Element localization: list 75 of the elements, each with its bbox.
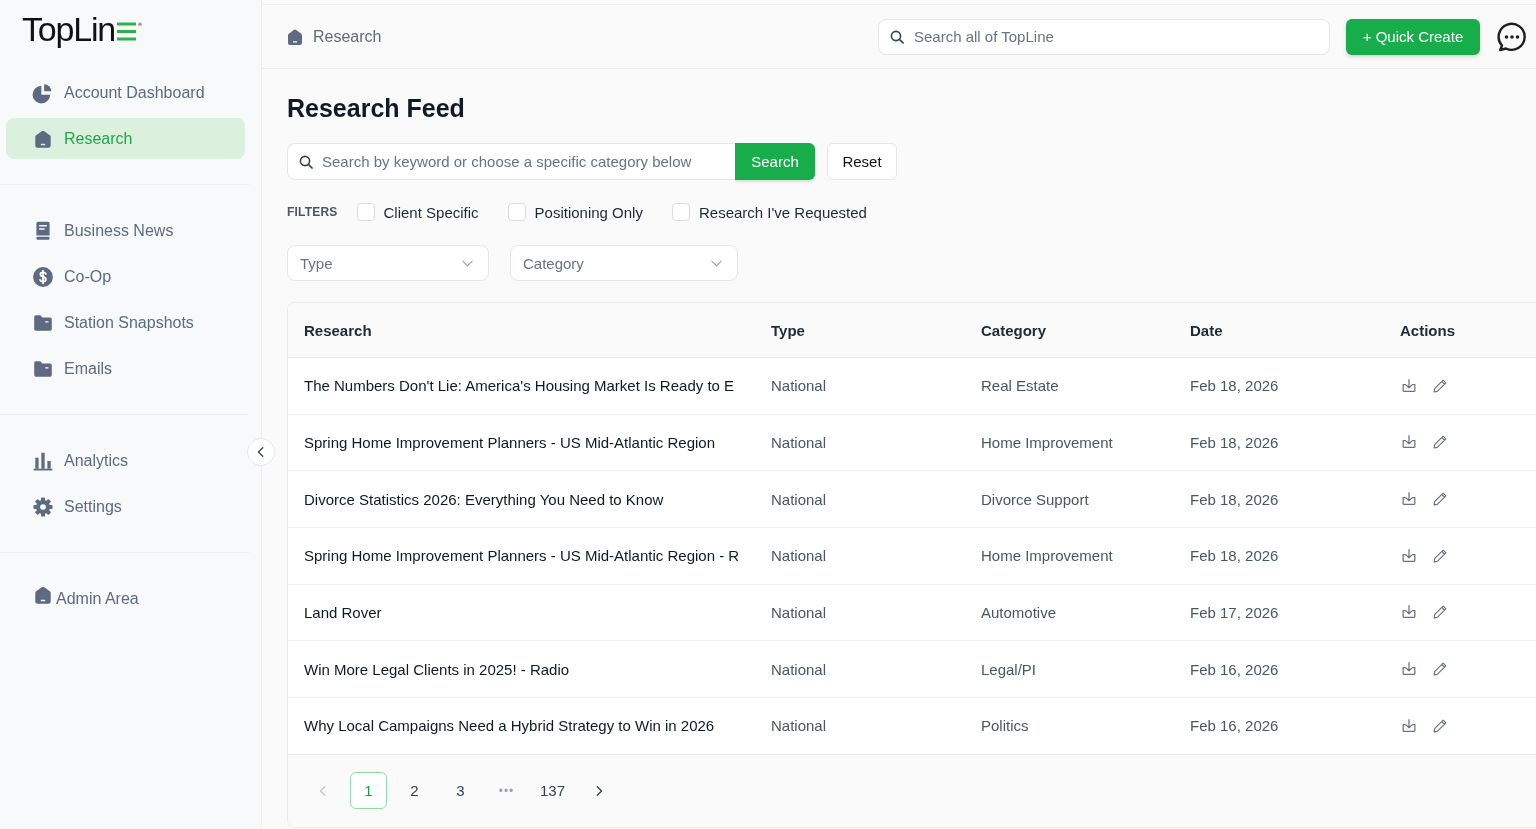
table-cell-text: Feb 18, 2026 xyxy=(1190,547,1280,565)
table-cell-text: National xyxy=(771,434,828,451)
table-cell-text: Spring Home Improvement Planners - US Mid-Atlantic Region xyxy=(304,434,716,451)
page-button[interactable]: 3 xyxy=(442,772,479,810)
nav-item[interactable]: Account Dashboard xyxy=(6,72,245,113)
table-cell-text: Win More Legal Clients in 2025! - Radio xyxy=(304,660,571,678)
table-cell-text: National xyxy=(771,717,828,735)
page-ellipsis: ••• xyxy=(497,782,516,800)
table-cell-text: National xyxy=(771,547,828,565)
dropdown[interactable]: Type xyxy=(287,245,489,281)
table-cell-text: Automotive xyxy=(981,603,1058,621)
search-field[interactable]: Search by keyword or choose a specific category below xyxy=(287,143,735,180)
quick-create-button[interactable]: + Quick Create xyxy=(1346,18,1480,55)
nav-item[interactable]: Settings xyxy=(6,486,245,527)
table-cell-text: National xyxy=(771,603,828,621)
nav-item[interactable]: Station Snapshots xyxy=(6,302,245,343)
table-cell-text: Legal/PI xyxy=(981,660,1038,678)
search-icon xyxy=(890,29,904,44)
logo-wordmark: TopLin xyxy=(22,11,115,47)
table-cell-text: Politics xyxy=(981,717,1030,735)
table-cell-text: Divorce Support xyxy=(981,490,1090,508)
table-cell-text: The Numbers Don't Lie: America's Housing Market Is Ready to E xyxy=(304,377,736,395)
table-cell-text: Real Estate xyxy=(981,377,1060,395)
chat-icon[interactable] xyxy=(1496,20,1528,53)
table-cell-text: Feb 16, 2026 xyxy=(1190,660,1280,678)
reset-button[interactable]: Reset xyxy=(827,143,897,180)
page-button[interactable]: 1 xyxy=(350,772,387,810)
page-button[interactable]: 137 xyxy=(534,772,571,810)
pie-chart-icon xyxy=(32,81,54,104)
column-header: Type xyxy=(771,321,806,339)
download-icon[interactable] xyxy=(1400,546,1418,565)
checkbox-label[interactable]: Research I've Requested xyxy=(698,203,867,221)
breadcrumb-text: Research xyxy=(313,27,382,46)
nav-item[interactable]: Analytics xyxy=(6,440,245,481)
column-header: Research xyxy=(304,321,373,339)
checkbox[interactable] xyxy=(671,203,690,221)
page-title: Research Feed xyxy=(287,93,465,124)
table-cell-text: Spring Home Improvement Planners - US Mid-Atlantic Region - R xyxy=(304,547,741,565)
table-cell-text: Feb 18, 2026 xyxy=(1190,490,1280,508)
download-icon[interactable] xyxy=(1400,716,1418,735)
table-cell-text: Feb 18, 2026 xyxy=(1190,434,1280,451)
nav-item[interactable]: Emails xyxy=(6,348,245,389)
column-header: Actions xyxy=(1400,321,1456,339)
dropdown[interactable]: Category xyxy=(510,245,738,281)
page-button[interactable]: 2 xyxy=(396,772,433,810)
table-cell-text: Why Local Campaigns Need a Hybrid Strategy to Win in 2026 xyxy=(304,717,716,735)
table-cell-text: Feb 16, 2026 xyxy=(1190,717,1280,735)
collapse-button[interactable] xyxy=(247,438,275,466)
checkbox[interactable] xyxy=(507,203,526,221)
table-cell-text: National xyxy=(771,490,828,508)
table-cell-text: Home Improvement xyxy=(981,434,1114,451)
gear-icon xyxy=(32,495,54,518)
dollar-icon xyxy=(32,265,54,288)
table-cell-text: Land Rover xyxy=(304,603,383,621)
column-header: Date xyxy=(1190,321,1224,339)
house-icon xyxy=(32,584,54,606)
search-button[interactable]: Search xyxy=(735,143,815,180)
nav-item[interactable]: Admin Area xyxy=(6,578,245,619)
logo-bars-icon xyxy=(117,22,142,41)
table-cell-text: National xyxy=(771,660,828,678)
filters-label: FILTERS xyxy=(287,205,338,219)
download-icon[interactable] xyxy=(1400,376,1418,395)
nav-item[interactable]: Co-Op xyxy=(6,256,245,297)
table-cell-text: Feb 18, 2026 xyxy=(1190,377,1280,395)
nav-item[interactable]: Business News xyxy=(6,210,245,251)
search-field[interactable]: Search all of TopLine xyxy=(878,18,1330,55)
table-cell-text: Home Improvement xyxy=(981,547,1114,565)
table-cell-text: Feb 17, 2026 xyxy=(1190,603,1280,621)
checkbox-label[interactable]: Client Specific xyxy=(383,203,479,221)
checkbox[interactable] xyxy=(356,203,375,221)
table-cell-text: National xyxy=(771,377,828,395)
column-header: Category xyxy=(981,321,1048,339)
table-cell-text: Divorce Statistics 2026: Everything You Need to Know xyxy=(304,490,665,508)
search-icon xyxy=(299,154,313,169)
checkbox-label[interactable]: Positioning Only xyxy=(534,203,643,221)
